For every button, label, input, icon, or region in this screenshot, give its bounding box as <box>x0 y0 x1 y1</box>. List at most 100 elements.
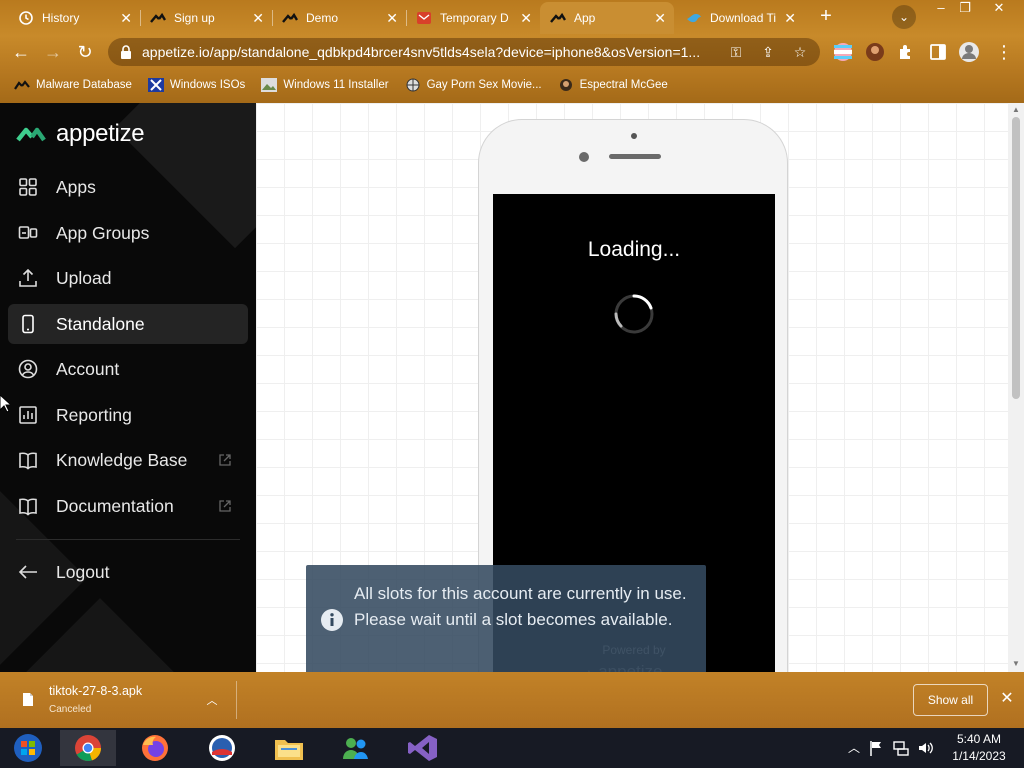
star-icon[interactable]: ☆ <box>792 44 808 60</box>
restore-button[interactable]: ❐ <box>950 0 980 18</box>
extensions-icon[interactable] <box>897 43 915 61</box>
bookmark-malware-database[interactable]: Malware Database <box>14 78 132 92</box>
tray-overflow-icon[interactable]: ︿ <box>848 740 860 756</box>
sidebar-item-documentation[interactable]: Documentation <box>8 486 248 526</box>
phone-speaker <box>609 154 661 159</box>
tab-label: Demo <box>306 11 339 25</box>
sidebar-item-app-groups[interactable]: App Groups <box>8 213 248 253</box>
forward-button[interactable]: → <box>41 40 65 64</box>
people-icon <box>343 738 368 759</box>
reload-button[interactable]: ↻ <box>73 40 97 64</box>
volume-icon[interactable] <box>917 740 933 756</box>
browser-chrome: History ✕ Sign up ✕ Demo ✕ Temporary D ✕… <box>0 0 1024 103</box>
bookmark-windows-isos[interactable]: Windows ISOs <box>147 78 245 92</box>
sidebar-item-apps[interactable]: Apps <box>8 167 248 207</box>
sidebar-item-upload[interactable]: Upload <box>8 258 248 298</box>
logout-button[interactable]: Logout <box>8 552 248 592</box>
sidebar-item-reporting[interactable]: Reporting <box>8 395 248 435</box>
bookmark-label: Espectral McGee <box>579 79 668 91</box>
download-status: Canceled <box>49 704 92 715</box>
arrow-left-icon <box>18 565 37 579</box>
sidebar-divider <box>16 539 240 540</box>
mouse-cursor-icon <box>0 395 10 413</box>
image-icon <box>261 78 278 92</box>
avatar-icon <box>559 79 572 91</box>
temp-mail-icon <box>417 12 431 24</box>
scroll-down-arrow[interactable]: ▼ <box>1012 660 1020 668</box>
browser-toolbar: ← → ↻ appetize.io/app/standalone_qdbkpd4… <box>0 34 1024 70</box>
sidebar-item-label: Upload <box>56 267 112 288</box>
upload-icon <box>19 268 37 287</box>
side-panel-icon[interactable] <box>929 43 947 61</box>
taskbar-file-explorer[interactable] <box>261 730 317 766</box>
globe-icon <box>406 78 420 92</box>
external-link-icon <box>219 500 231 512</box>
sidebar-item-label: Documentation <box>56 495 174 516</box>
action-center-flag-icon[interactable] <box>869 740 883 756</box>
bookmark-label: Gay Porn Sex Movie... <box>426 79 542 91</box>
tab-temporary[interactable]: Temporary D ✕ <box>406 2 540 34</box>
menu-icon[interactable]: ⋮ <box>992 40 1016 64</box>
phone-icon <box>22 314 34 334</box>
taskbar-visual-studio[interactable] <box>395 730 451 766</box>
close-icon[interactable]: ✕ <box>252 10 264 26</box>
clock-time: 5:40 AM <box>956 732 1002 746</box>
tab-history[interactable]: History ✕ <box>8 2 140 34</box>
loading-text: Loading... <box>587 238 681 261</box>
appetize-logo[interactable]: appetize <box>16 120 145 148</box>
lock-icon <box>121 45 131 59</box>
bookmark-label: Malware Database <box>36 79 132 91</box>
tab-demo[interactable]: Demo ✕ <box>272 2 406 34</box>
show-all-button[interactable]: Show all <box>913 684 988 716</box>
tab-download[interactable]: Download Ti ✕ <box>676 2 804 34</box>
page-scrollbar[interactable]: ▲ ▼ <box>1008 103 1024 672</box>
share-icon[interactable]: ⇪ <box>760 44 776 60</box>
close-icon[interactable]: ✕ <box>998 690 1016 708</box>
bookmark-windows-11-installer[interactable]: Windows 11 Installer <box>261 78 389 92</box>
address-bar[interactable]: appetize.io/app/standalone_qdbkpd4brcer4… <box>108 38 820 66</box>
sidebar: appetize Apps App Groups Upload Standalo… <box>0 103 256 672</box>
circle-logo-icon <box>209 735 235 761</box>
tab-label: App <box>574 11 596 25</box>
start-button[interactable] <box>0 730 56 766</box>
scroll-up-arrow[interactable]: ▲ <box>1012 106 1020 114</box>
network-icon[interactable] <box>893 740 909 756</box>
profile-avatar-icon[interactable] <box>958 41 980 63</box>
back-button[interactable]: ← <box>9 40 33 64</box>
key-icon[interactable]: ⚿ <box>728 44 744 60</box>
system-clock[interactable]: 5:40 AM 1/14/2023 <box>944 731 1014 765</box>
close-icon[interactable]: ✕ <box>386 10 398 26</box>
new-tab-button[interactable]: + <box>815 6 837 28</box>
flag-extension-icon[interactable] <box>833 42 853 62</box>
bookmark-movie[interactable]: Gay Porn Sex Movie... <box>405 78 542 92</box>
clock-date: 1/14/2023 <box>952 749 1006 763</box>
chevron-up-icon[interactable]: ︿ <box>204 692 220 708</box>
scroll-thumb[interactable] <box>1012 117 1020 399</box>
taskbar-obama[interactable] <box>194 730 250 766</box>
profile-extension-icon[interactable] <box>865 42 885 62</box>
bookmark-espectral-mcgee[interactable]: Espectral McGee <box>558 78 668 92</box>
close-icon[interactable]: ✕ <box>654 10 666 26</box>
taskbar-firefox[interactable] <box>127 730 183 766</box>
main-content: Loading... Powered by ▲ appetize All slo… <box>256 103 1008 672</box>
brand-name: appetize <box>56 120 145 147</box>
download-filename[interactable]: tiktok-27-8-3.apk <box>49 684 142 698</box>
sidebar-item-account[interactable]: Account <box>8 349 248 389</box>
tab-app[interactable]: App ✕ <box>540 2 674 34</box>
download-divider <box>236 681 237 719</box>
taskbar-people[interactable] <box>328 730 384 766</box>
tab-sign-up[interactable]: Sign up ✕ <box>140 2 272 34</box>
phone-camera <box>579 152 589 162</box>
close-icon[interactable]: ✕ <box>784 10 796 26</box>
close-icon[interactable]: ✕ <box>120 10 132 26</box>
chrome-icon <box>75 735 102 762</box>
x-logo-icon <box>147 78 164 92</box>
sidebar-item-knowledge-base[interactable]: Knowledge Base <box>8 440 248 480</box>
tab-search-button[interactable]: ⌄ <box>892 5 916 29</box>
close-window-button[interactable]: ✕ <box>984 0 1014 18</box>
app-groups-icon <box>18 226 38 239</box>
url-text[interactable]: appetize.io/app/standalone_qdbkpd4brcer4… <box>142 44 722 60</box>
close-icon[interactable]: ✕ <box>520 10 532 26</box>
sidebar-item-standalone[interactable]: Standalone <box>8 304 248 344</box>
taskbar-chrome[interactable] <box>60 730 116 766</box>
